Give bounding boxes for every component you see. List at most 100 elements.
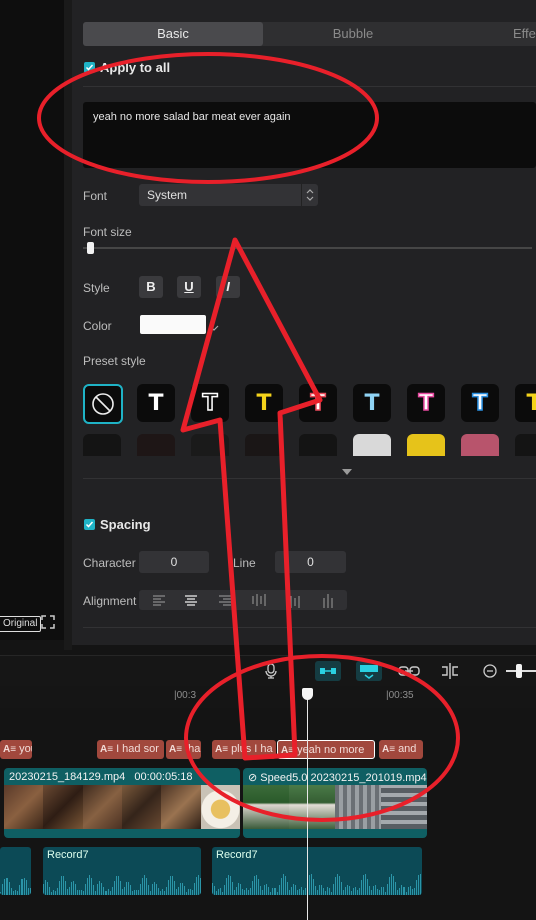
preset-style-item[interactable] <box>461 434 499 456</box>
color-chevron-icon[interactable] <box>208 320 220 338</box>
preset-glyph: T <box>148 390 164 416</box>
text-clip-icon: A≡ <box>100 744 114 755</box>
apply-to-all-row[interactable]: Apply to all <box>84 60 170 75</box>
preset-style-label: Preset style <box>83 354 146 368</box>
line-input[interactable]: 0 <box>275 551 346 573</box>
video-clip-name: 20230215_201019.mp4 <box>310 772 427 784</box>
bold-button[interactable]: B <box>139 276 163 298</box>
video-thumbnails <box>4 785 240 829</box>
character-input[interactable]: 0 <box>139 551 209 573</box>
preset-style-item[interactable] <box>515 434 536 456</box>
tab-basic[interactable]: Basic <box>83 22 263 46</box>
timeline-toolbar <box>0 655 536 686</box>
italic-button[interactable]: I <box>216 276 240 298</box>
audio-clip[interactable]: Record7 <box>43 847 201 895</box>
text-clip[interactable]: A≡ and <box>379 740 423 759</box>
text-clip-label: tha <box>185 743 201 755</box>
apply-to-all-checkbox[interactable] <box>84 62 95 73</box>
font-size-slider-knob[interactable] <box>87 242 94 254</box>
video-clip-name: 20230215_184129.mp4 <box>9 771 126 783</box>
alignment-bar <box>139 590 347 610</box>
video-clip-label: ⊘ Speed5.0 20230215_201019.mp4 <box>248 772 427 784</box>
preset-glyph: T <box>418 390 435 417</box>
tab-bar: Basic Bubble Effe <box>83 22 536 46</box>
split-icon[interactable] <box>440 663 460 684</box>
zoom-slider-knob[interactable] <box>516 664 522 678</box>
audio-clip[interactable] <box>0 847 31 895</box>
text-blue-outline-icon[interactable]: T <box>461 384 499 422</box>
text-clip-label: I had sor <box>116 743 159 755</box>
spacing-checkbox[interactable] <box>84 519 95 530</box>
fullscreen-icon[interactable] <box>40 614 56 630</box>
color-swatch[interactable] <box>140 315 206 334</box>
microphone-icon[interactable] <box>264 663 278 684</box>
font-select[interactable]: System <box>139 184 318 206</box>
audio-clip-label: Record7 <box>47 849 89 861</box>
text-clip[interactable]: A≡ tha <box>166 740 201 759</box>
style-label: Style <box>83 281 110 295</box>
text-clip-icon: A≡ <box>169 744 183 755</box>
link-icon[interactable] <box>398 664 420 683</box>
color-label: Color <box>83 319 112 333</box>
preset-style-item[interactable] <box>191 434 229 456</box>
playhead-line[interactable] <box>307 690 308 920</box>
text-input[interactable]: yeah no more salad bar meat ever again <box>83 102 536 168</box>
font-size-label: Font size <box>83 225 132 239</box>
preset-style-item[interactable] <box>407 434 445 456</box>
text-white-icon[interactable]: T <box>137 384 175 422</box>
underline-button[interactable]: U <box>177 276 201 298</box>
text-clip[interactable]: A≡you <box>0 740 32 759</box>
original-ratio-tag[interactable]: Original <box>0 616 42 632</box>
font-select-chevron-icon[interactable] <box>301 184 318 206</box>
video-clip-duration: 00:00:05:18 <box>134 771 193 783</box>
text-lightblue-icon[interactable]: T <box>353 384 391 422</box>
text-yellow2-icon[interactable]: T <box>515 384 536 422</box>
text-red-outline-icon[interactable]: T <box>299 384 337 422</box>
preset-style-item[interactable] <box>137 434 175 456</box>
text-clip-icon: A≡ <box>382 744 396 755</box>
text-clip-selected[interactable]: A≡ yeah no more <box>277 740 375 759</box>
text-clip[interactable]: A≡ I had sor <box>97 740 164 759</box>
zoom-out-icon[interactable] <box>483 664 497 683</box>
preset-style-item[interactable] <box>83 434 121 456</box>
text-clip-icon: A≡ <box>281 745 295 756</box>
text-clip-label: and <box>398 743 417 755</box>
main-track-magnet-icon[interactable] <box>315 661 341 681</box>
text-yellow-icon[interactable]: T <box>245 384 283 422</box>
audio-clip[interactable]: Record7 <box>212 847 422 895</box>
preset-style-item[interactable] <box>353 434 391 456</box>
divider <box>83 86 536 87</box>
text-clip[interactable]: A≡ plus I ha <box>212 740 276 759</box>
text-clip-label: you <box>19 743 32 755</box>
spacing-label: Spacing <box>100 517 151 532</box>
timeline-ruler[interactable]: |00:3 |00:35 <box>0 686 536 708</box>
font-size-slider-track[interactable] <box>83 247 532 249</box>
audio-waveform <box>0 871 31 895</box>
font-label: Font <box>83 189 108 203</box>
font-select-value: System <box>147 188 188 202</box>
panel-divider[interactable] <box>64 0 72 650</box>
video-clip-speed[interactable]: ⊘ Speed5.0 20230215_201019.mp4 <box>243 768 427 838</box>
preset-glyph: T <box>256 390 272 416</box>
preset-glyph: T <box>310 390 327 417</box>
preset-style-item[interactable] <box>299 434 337 456</box>
ruler-label: |00:35 <box>386 690 414 701</box>
video-clip[interactable]: 20230215_184129.mp4 00:00:05:18 <box>4 768 240 838</box>
spacing-row[interactable]: Spacing <box>84 517 151 532</box>
audio-waveform <box>212 871 422 895</box>
ruler-label: |00:3 <box>174 690 197 701</box>
none-icon[interactable] <box>83 384 123 424</box>
video-thumbnails <box>243 785 427 829</box>
preview-area <box>0 0 64 640</box>
line-value: 0 <box>307 555 314 569</box>
video-clip-label: 20230215_184129.mp4 00:00:05:18 <box>9 771 193 783</box>
audio-clip-label: Record7 <box>216 849 258 861</box>
tab-bubble[interactable]: Bubble <box>263 22 443 46</box>
text-outline-icon[interactable]: T <box>191 384 229 422</box>
playhead-handle[interactable] <box>302 688 313 700</box>
preset-style-item[interactable] <box>245 434 283 456</box>
tab-effects[interactable]: Effe <box>443 22 536 46</box>
text-pink-outline-icon[interactable]: T <box>407 384 445 422</box>
auto-snap-icon[interactable] <box>356 661 382 681</box>
audio-waveform <box>43 871 201 895</box>
